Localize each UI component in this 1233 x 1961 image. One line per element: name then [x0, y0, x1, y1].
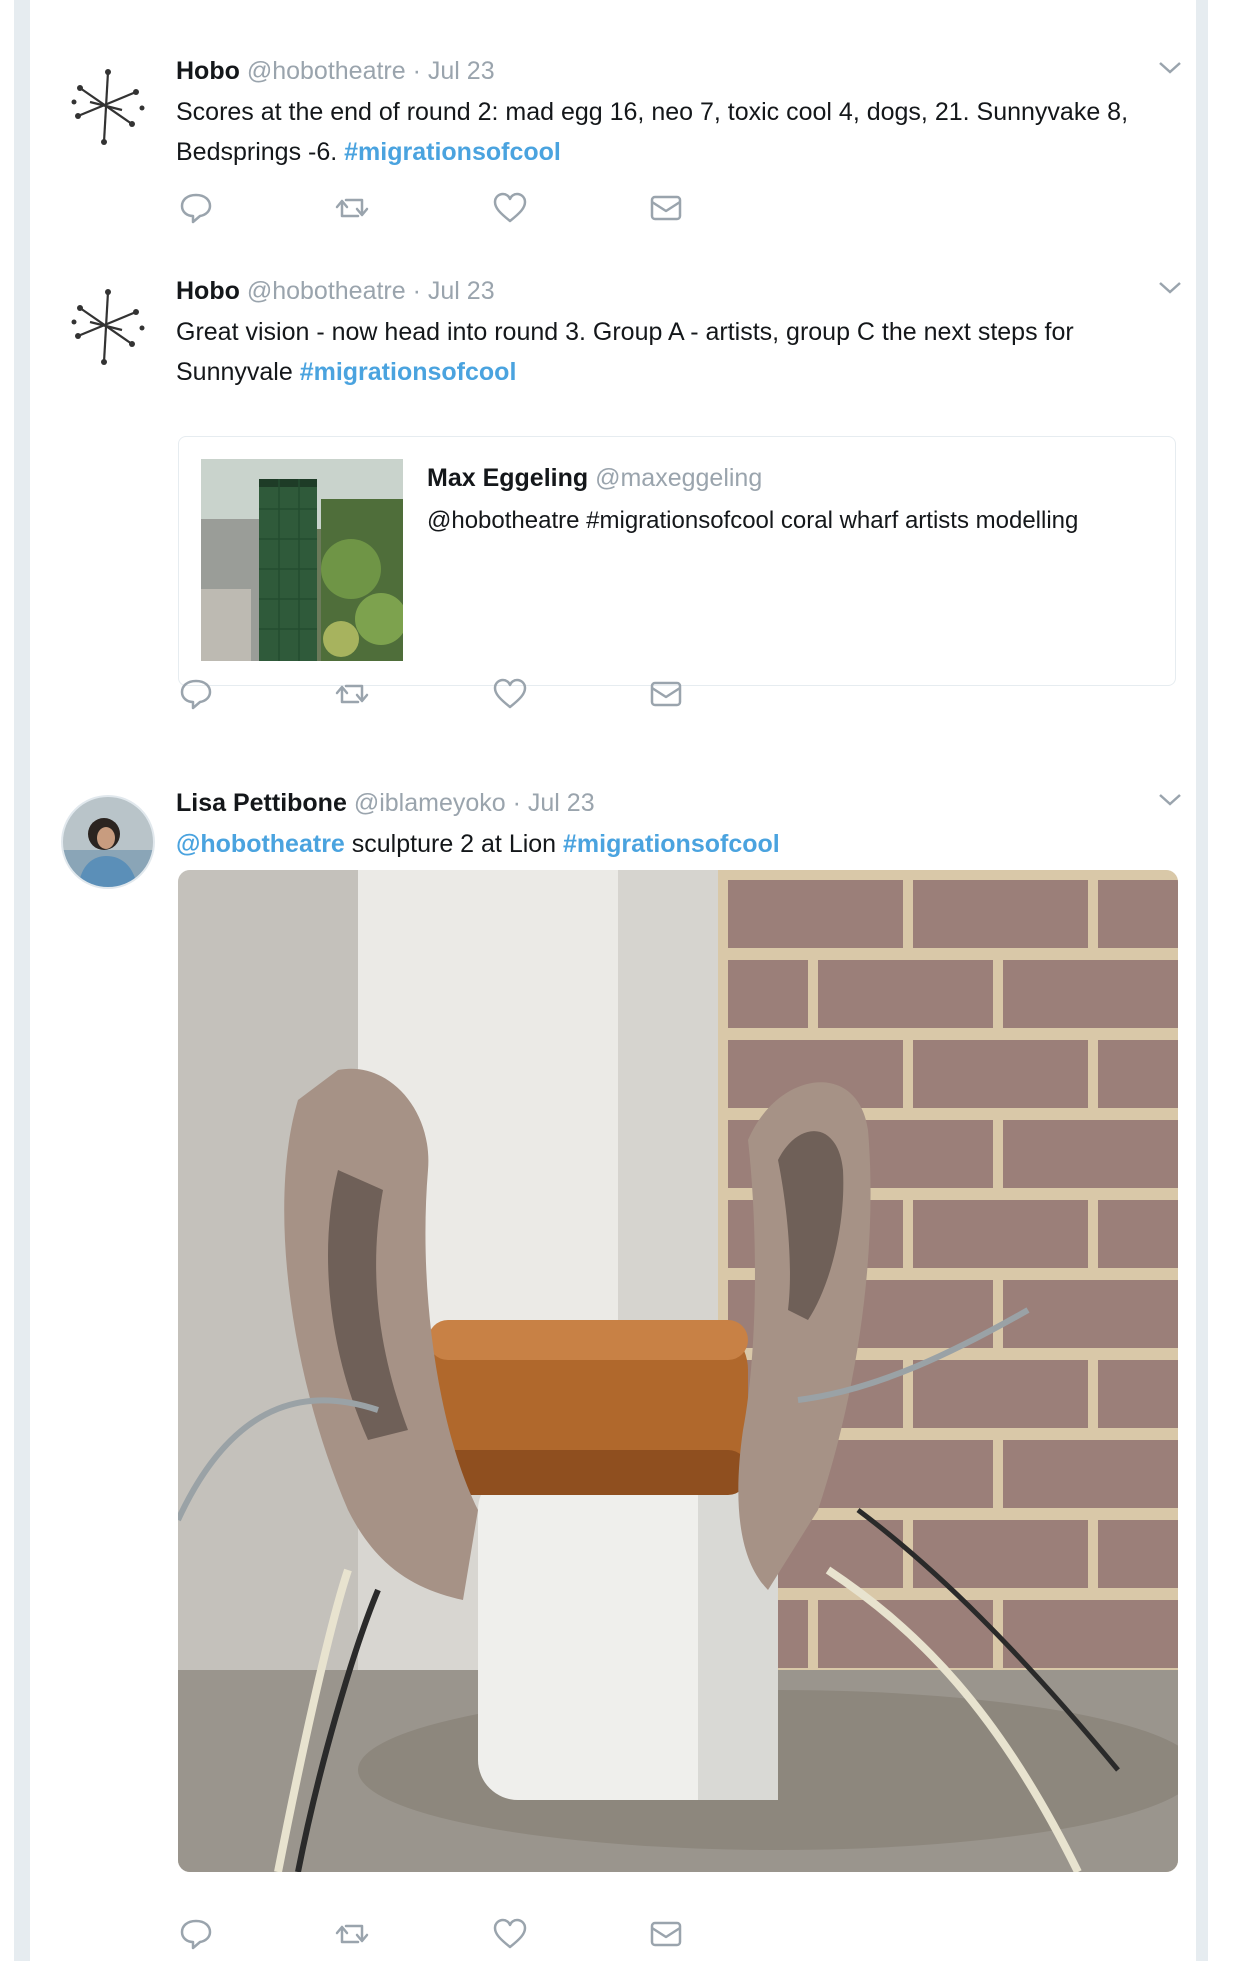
author-name[interactable]: Hobo [176, 57, 240, 85]
mention-link[interactable]: @hobotheatre [176, 830, 345, 858]
separator: · [412, 57, 421, 85]
tweet-actions [176, 674, 696, 718]
quoted-tweet-header: Max Eggeling @maxeggeling [427, 463, 1145, 493]
tweet-text: @hobotheatre sculpture 2 at Lion #migrat… [176, 824, 1156, 864]
quoted-author-handle[interactable]: @maxeggeling [595, 464, 762, 492]
reply-icon[interactable] [176, 188, 220, 232]
retweet-icon[interactable] [332, 674, 376, 718]
hashtag-link[interactable]: #migrationsofcool [344, 138, 561, 166]
hashtag-link[interactable]: #migrationsofcool [563, 830, 780, 858]
retweet-icon[interactable] [332, 188, 376, 232]
tweet-actions [176, 188, 696, 232]
separator: · [512, 789, 521, 817]
envelope-icon[interactable] [646, 674, 690, 718]
timestamp[interactable]: Jul 23 [428, 57, 495, 85]
heart-icon[interactable] [490, 188, 534, 232]
envelope-icon[interactable] [646, 188, 690, 232]
chevron-down-icon[interactable] [1156, 58, 1184, 78]
timestamp[interactable]: Jul 23 [428, 277, 495, 305]
separator: · [412, 277, 421, 305]
tweet-header: Lisa Pettibone @iblameyoko · Jul 23 [176, 788, 1156, 818]
tweet-feed: Hobo @hobotheatre · Jul 23 Scores at the… [30, 22, 1196, 1961]
page-gutter-left [14, 0, 30, 1961]
tweet-header: Hobo @hobotheatre · Jul 23 [176, 56, 1156, 86]
hobo-avatar-icon[interactable] [60, 58, 156, 154]
tweet-header: Hobo @hobotheatre · Jul 23 [176, 276, 1156, 306]
hobo-avatar-icon[interactable] [60, 278, 156, 374]
chevron-down-icon[interactable] [1156, 278, 1184, 298]
heart-icon[interactable] [490, 1914, 534, 1958]
tweet-text: Scores at the end of round 2: mad egg 16… [176, 92, 1156, 172]
tweet-actions [176, 1914, 696, 1958]
author-name[interactable]: Lisa Pettibone [176, 789, 347, 817]
tweet-photo[interactable] [178, 870, 1178, 1872]
tweet-text: Great vision - now head into round 3. Gr… [176, 312, 1156, 392]
tweet-1[interactable]: Hobo @hobotheatre · Jul 23 Scores at the… [30, 22, 1196, 249]
reply-icon[interactable] [176, 674, 220, 718]
chevron-down-icon[interactable] [1156, 790, 1184, 810]
author-handle[interactable]: @hobotheatre [247, 57, 406, 85]
quoted-tweet-image[interactable] [201, 459, 407, 661]
quoted-tweet[interactable]: Max Eggeling @maxeggeling @hobotheatre #… [178, 436, 1176, 686]
reply-icon[interactable] [176, 1914, 220, 1958]
heart-icon[interactable] [490, 674, 534, 718]
author-name[interactable]: Hobo [176, 277, 240, 305]
quoted-author-name[interactable]: Max Eggeling [427, 464, 588, 492]
timestamp[interactable]: Jul 23 [528, 789, 595, 817]
tweet-body: sculpture 2 at Lion [351, 830, 557, 858]
retweet-icon[interactable] [332, 1914, 376, 1958]
lisa-avatar[interactable] [60, 794, 156, 890]
page-gutter-right [1196, 0, 1208, 1961]
hashtag-link[interactable]: #migrationsofcool [300, 358, 517, 386]
author-handle[interactable]: @iblameyoko [354, 789, 506, 817]
author-handle[interactable]: @hobotheatre [247, 277, 406, 305]
tweet-2[interactable]: Hobo @hobotheatre · Jul 23 Great vision … [30, 248, 1196, 747]
envelope-icon[interactable] [646, 1914, 690, 1958]
tweet-body: Scores at the end of round 2: mad egg 16… [176, 98, 1129, 166]
quoted-tweet-text: @hobotheatre #migrationsofcool coral wha… [427, 507, 1079, 534]
